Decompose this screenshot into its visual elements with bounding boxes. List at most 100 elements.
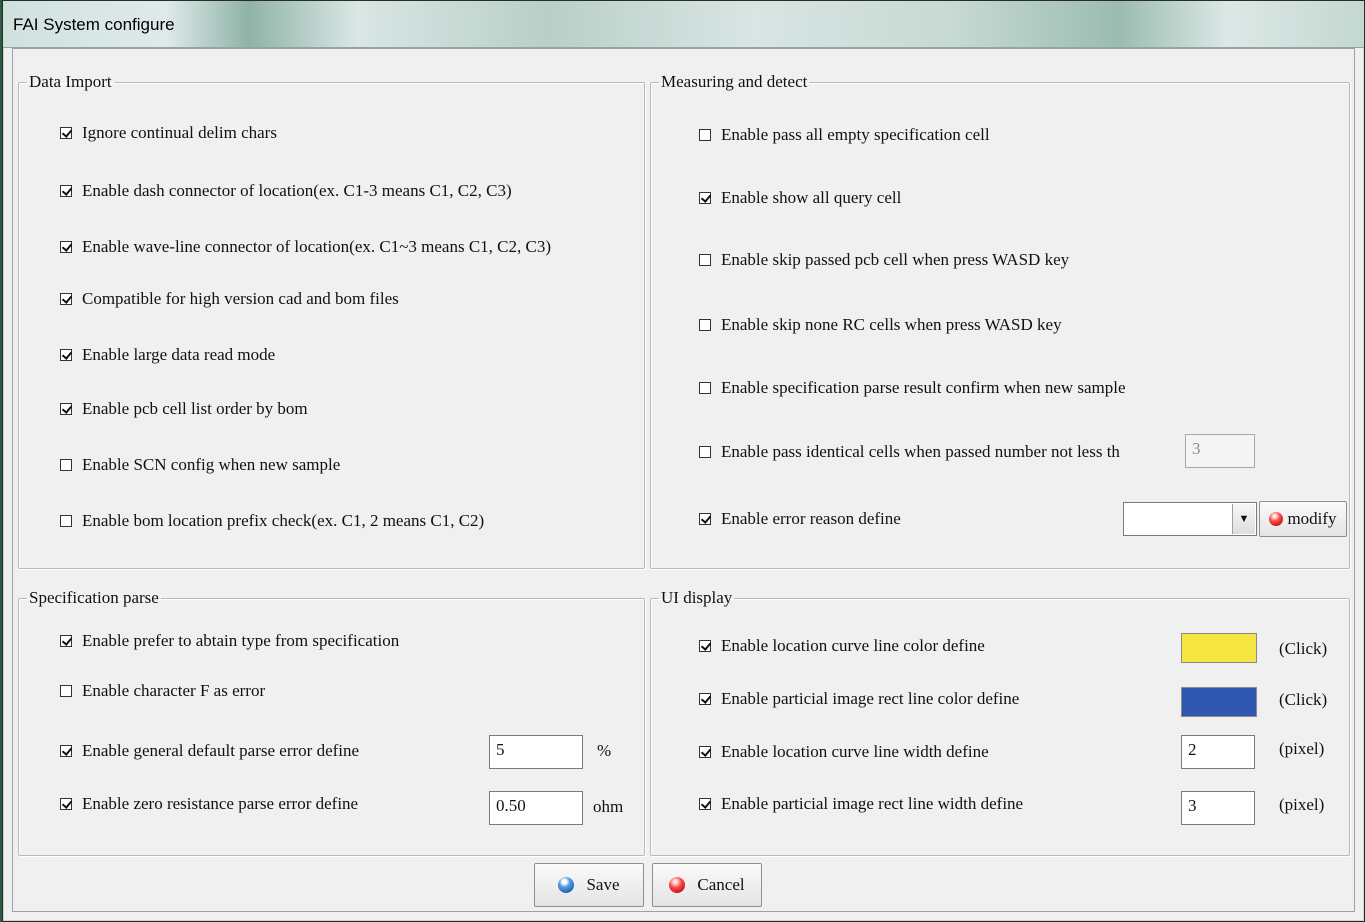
md-option-2[interactable]: Enable show all query cell	[699, 185, 901, 211]
ui-option-4[interactable]: Enable particial image rect line width d…	[699, 791, 1023, 817]
option-label: Enable bom location prefix check(ex. C1,…	[82, 511, 485, 530]
option-label: Compatible for high version cad and bom …	[82, 289, 399, 308]
checkbox[interactable]	[60, 241, 72, 253]
modify-button[interactable]: modify	[1259, 501, 1347, 537]
curve-width-unit: (pixel)	[1279, 739, 1325, 758]
md-option-1[interactable]: Enable pass all empty specification cell	[699, 122, 990, 148]
config-window: FAI System configure Data Import Measuri…	[2, 0, 1365, 922]
rect-width-input[interactable]: 3	[1181, 791, 1255, 825]
md-option-4[interactable]: Enable skip none RC cells when press WAS…	[699, 312, 1062, 338]
blue-ball-icon	[558, 877, 575, 893]
option-label: Enable pass all empty specification cell	[721, 125, 990, 144]
general-error-input[interactable]: 5	[489, 735, 583, 769]
cancel-label: Cancel	[697, 875, 745, 894]
checkbox[interactable]	[60, 185, 72, 197]
option-label: Enable pcb cell list order by bom	[82, 399, 308, 418]
option-label: Enable particial image rect line width d…	[721, 794, 1024, 813]
di-option-3[interactable]: Enable wave-line connector of location(e…	[60, 234, 551, 260]
di-option-8[interactable]: Enable bom location prefix check(ex. C1,…	[60, 508, 484, 534]
option-label: Enable particial image rect line color d…	[721, 689, 1020, 708]
title-bar[interactable]: FAI System configure	[3, 1, 1364, 48]
modify-label: modify	[1287, 509, 1337, 528]
checkbox[interactable]	[699, 129, 711, 141]
spec-parse-legend: Specification parse	[29, 588, 159, 607]
ohm-unit: ohm	[593, 797, 624, 816]
checkbox[interactable]	[699, 192, 711, 204]
option-label: Enable zero resistance parse error defin…	[82, 794, 359, 813]
checkbox[interactable]	[60, 127, 72, 139]
checkbox[interactable]	[699, 382, 711, 394]
di-option-5[interactable]: Enable large data read mode	[60, 342, 275, 368]
checkbox[interactable]	[60, 745, 72, 757]
option-label: Enable general default parse error defin…	[82, 741, 360, 760]
md-option-5[interactable]: Enable specification parse result confir…	[699, 375, 1126, 401]
checkbox[interactable]	[699, 798, 711, 810]
checkbox[interactable]	[699, 640, 711, 652]
curve-color-swatch[interactable]	[1181, 633, 1257, 663]
checkbox[interactable]	[60, 685, 72, 697]
option-label: Enable large data read mode	[82, 345, 276, 364]
checkbox[interactable]	[60, 798, 72, 810]
di-option-7[interactable]: Enable SCN config when new sample	[60, 452, 340, 478]
checkbox[interactable]	[60, 349, 72, 361]
md-option-6[interactable]: Enable pass identical cells when passed …	[699, 439, 1120, 465]
cancel-button[interactable]: Cancel	[652, 863, 762, 907]
sp-option-2[interactable]: Enable character F as error	[60, 678, 265, 704]
curve-color-click-label[interactable]: (Click)	[1279, 639, 1327, 659]
option-label: Enable skip passed pcb cell when press W…	[721, 250, 1070, 269]
option-label: Enable specification parse result confir…	[721, 378, 1126, 397]
option-label: Enable wave-line connector of location(e…	[82, 237, 552, 256]
option-label: Enable character F as error	[82, 681, 266, 700]
checkbox[interactable]	[60, 515, 72, 527]
option-label: Enable pass identical cells when passed …	[721, 442, 1120, 461]
checkbox[interactable]	[60, 459, 72, 471]
option-label: Enable prefer to abtain type from specif…	[82, 631, 400, 650]
dialog-body: Data Import Measuring and detect Specifi…	[12, 48, 1355, 912]
save-button[interactable]: Save	[534, 863, 644, 907]
checkbox[interactable]	[699, 746, 711, 758]
zero-res-input[interactable]: 0.50	[489, 791, 583, 825]
checkbox[interactable]	[60, 403, 72, 415]
measuring-legend: Measuring and detect	[661, 72, 808, 91]
ui-option-2[interactable]: Enable particial image rect line color d…	[699, 686, 1019, 712]
option-label: Enable location curve line color define	[721, 636, 985, 655]
error-reason-dropdown[interactable]: ▼	[1123, 502, 1257, 536]
percent-unit: %	[597, 741, 612, 760]
red-ball-icon	[1269, 512, 1284, 526]
data-import-legend: Data Import	[29, 72, 112, 91]
chevron-down-icon[interactable]: ▼	[1232, 504, 1255, 534]
save-label: Save	[586, 875, 620, 894]
option-label: Enable show all query cell	[721, 188, 902, 207]
option-label: Enable SCN config when new sample	[82, 455, 341, 474]
di-option-2[interactable]: Enable dash connector of location(ex. C1…	[60, 178, 512, 204]
di-option-6[interactable]: Enable pcb cell list order by bom	[60, 396, 308, 422]
checkbox[interactable]	[699, 254, 711, 266]
checkbox[interactable]	[699, 693, 711, 705]
checkbox[interactable]	[699, 513, 711, 525]
ui-option-3[interactable]: Enable location curve line width define	[699, 739, 989, 765]
checkbox[interactable]	[60, 293, 72, 305]
window-title: FAI System configure	[13, 15, 175, 34]
rect-color-swatch[interactable]	[1181, 687, 1257, 717]
option-label: Enable skip none RC cells when press WAS…	[721, 315, 1062, 334]
md-option-3[interactable]: Enable skip passed pcb cell when press W…	[699, 247, 1069, 273]
checkbox[interactable]	[699, 319, 711, 331]
checkbox[interactable]	[699, 446, 711, 458]
option-label: Enable dash connector of location(ex. C1…	[82, 181, 512, 200]
ui-option-1[interactable]: Enable location curve line color define	[699, 633, 985, 659]
sp-option-1[interactable]: Enable prefer to abtain type from specif…	[60, 628, 399, 654]
sp-option-3[interactable]: Enable general default parse error defin…	[60, 738, 359, 764]
rect-width-unit: (pixel)	[1279, 795, 1325, 814]
curve-width-input[interactable]: 2	[1181, 735, 1255, 769]
option-label: Enable location curve line width define	[721, 742, 989, 761]
data-import-group: Data Import	[18, 72, 645, 569]
md-option-7[interactable]: Enable error reason define	[699, 506, 901, 532]
di-option-1[interactable]: Ignore continual delim chars	[60, 120, 277, 146]
di-option-4[interactable]: Compatible for high version cad and bom …	[60, 286, 399, 312]
identical-count-input[interactable]: 3	[1185, 434, 1255, 468]
checkbox[interactable]	[60, 635, 72, 647]
sp-option-4[interactable]: Enable zero resistance parse error defin…	[60, 791, 358, 817]
red-ball-icon	[669, 877, 686, 893]
option-label: Enable error reason define	[721, 509, 901, 528]
rect-color-click-label[interactable]: (Click)	[1279, 690, 1327, 710]
